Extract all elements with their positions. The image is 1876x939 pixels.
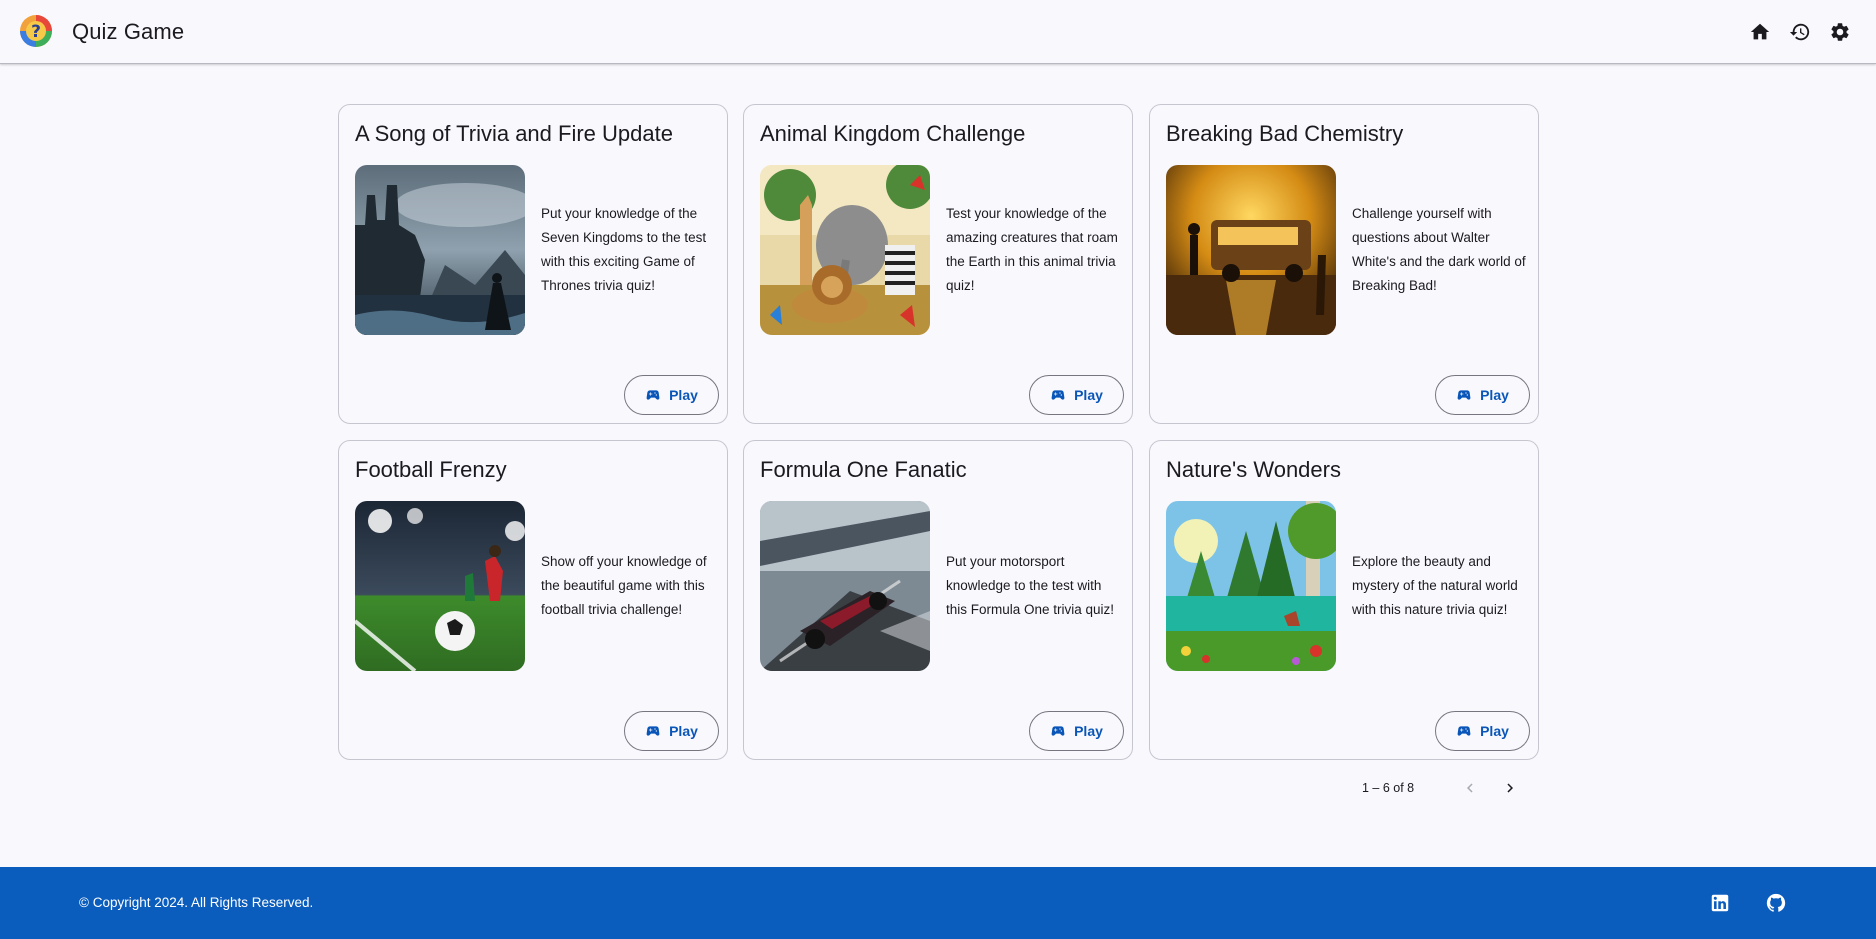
gamepad-icon [1051,726,1065,736]
github-icon [1766,893,1786,912]
quiz-card: Animal Kingdom Challenge Test your knowl… [743,104,1133,424]
quiz-title: Football Frenzy [355,457,507,482]
quiz-description: Put your knowledge of the Seven Kingdoms… [541,206,707,293]
settings-icon [1831,23,1849,41]
quiz-description: Put your motorsport knowledge to the tes… [946,554,1115,617]
quiz-card: Breaking Bad Chemistry Challenge yoursel… [1149,104,1539,424]
home-icon [1750,23,1770,40]
quiz-title: Formula One Fanatic [760,457,967,482]
github-link[interactable] [1764,891,1788,915]
home-button[interactable] [1744,16,1776,48]
quiz-title: Animal Kingdom Challenge [760,121,1026,146]
gamepad-icon [1457,726,1471,736]
quiz-description: Explore the beauty and mystery of the na… [1352,554,1518,617]
play-button[interactable]: Play [1435,711,1530,751]
previous-page-button[interactable] [1458,776,1482,800]
gamepad-icon [646,726,660,736]
gamepad-icon [646,390,660,400]
chevron-left-icon [1467,783,1473,793]
play-button[interactable]: Play [1029,375,1124,415]
gamepad-icon [1051,390,1065,400]
quiz-description: Challenge yourself with questions about … [1352,206,1526,293]
quiz-description: Show off your knowledge of the beautiful… [541,554,707,617]
quiz-image-football [355,501,525,671]
page-range-label: 1 – 6 of 8 [1362,781,1415,795]
quiz-card: Nature's Wonders Explore the beauty and … [1149,440,1539,760]
quiz-image-breaking-bad [1166,165,1336,335]
play-button[interactable]: Play [624,375,719,415]
next-page-button[interactable] [1498,776,1522,800]
history-button[interactable] [1784,16,1816,48]
app-title: Quiz Game [72,19,185,44]
svg-text:?: ? [31,22,41,42]
quiz-title: Breaking Bad Chemistry [1166,121,1404,146]
quiz-image-animals [760,165,930,335]
quiz-image-game-of-thrones [355,165,525,335]
quiz-card: Football Frenzy Show off your knowledge … [338,440,728,760]
top-app-bar: ? Quiz Game [0,0,1876,64]
chevron-right-icon [1507,783,1513,793]
quiz-image-formula-one [760,501,930,671]
quiz-logo-icon: ? [19,14,53,48]
settings-button[interactable] [1824,16,1856,48]
paginator: 1 – 6 of 8 [1362,776,1414,800]
quiz-description: Test your knowledge of the amazing creat… [946,206,1118,293]
quiz-title: Nature's Wonders [1166,457,1341,482]
quiz-image-nature [1166,501,1336,671]
footer: © Copyright 2024. All Rights Reserved. [0,867,1876,939]
linkedin-icon [1711,894,1729,912]
gamepad-icon [1457,390,1471,400]
quiz-title: A Song of Trivia and Fire Update [355,121,673,146]
history-icon [1789,23,1810,41]
quiz-card: A Song of Trivia and Fire Update Put you… [338,104,728,424]
quiz-card: Formula One Fanatic Put your motorsport … [743,440,1133,760]
play-button[interactable]: Play [1029,711,1124,751]
copyright-text: © Copyright 2024. All Rights Reserved. [79,895,314,910]
play-button[interactable]: Play [624,711,719,751]
linkedin-link[interactable] [1708,891,1732,915]
play-button[interactable]: Play [1435,375,1530,415]
